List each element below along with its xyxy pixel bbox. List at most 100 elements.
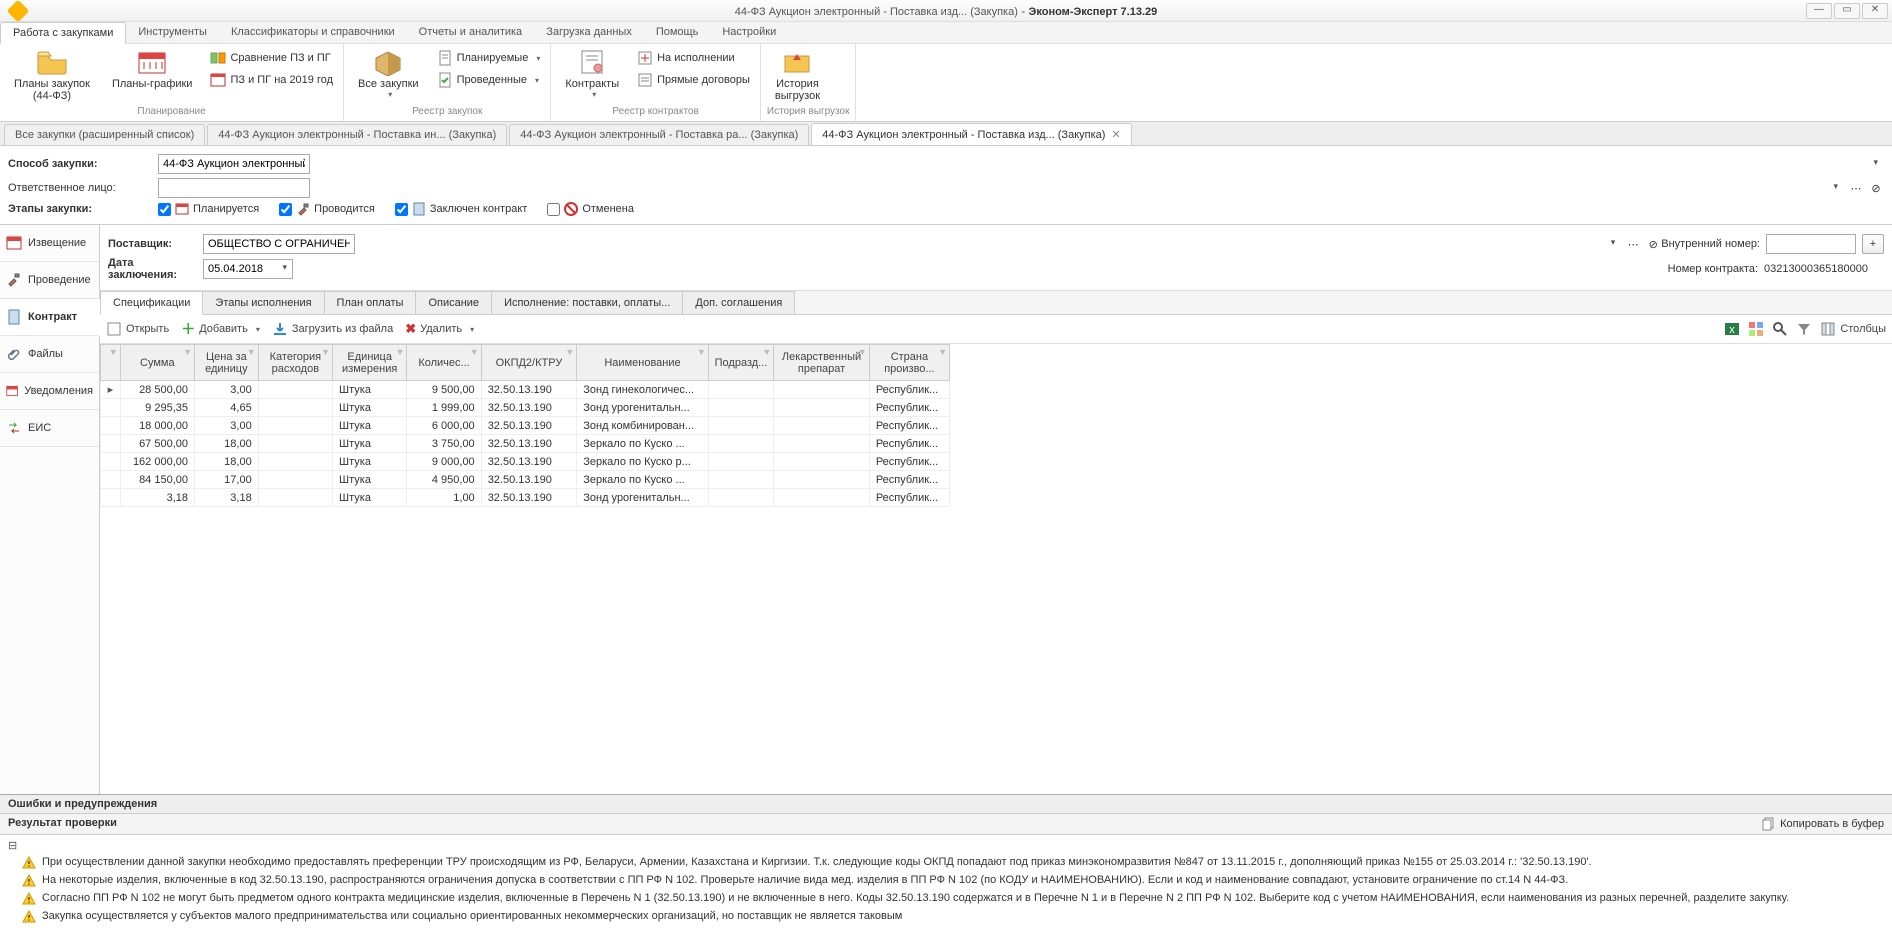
table-row[interactable]: ▸28 500,003,00Штука9 500,0032.50.13.190З… xyxy=(101,381,950,399)
stage-contract-checkbox[interactable]: Заключен контракт xyxy=(395,202,527,216)
col-header[interactable]: Подразд...▼ xyxy=(708,345,774,381)
minimize-button[interactable]: — xyxy=(1806,3,1832,19)
subtab-exec[interactable]: Исполнение: поставки, оплаты... xyxy=(491,291,683,314)
compare-pz-pg-button[interactable]: Сравнение ПЗ и ПГ xyxy=(206,48,337,68)
add-button[interactable]: ＋ Добавить xyxy=(181,319,260,339)
subtab-spec[interactable]: Спецификации xyxy=(100,291,203,315)
warning-icon xyxy=(22,874,36,888)
supplier-more-icon[interactable]: ⋯ xyxy=(1625,236,1641,252)
subtab-stages[interactable]: Этапы исполнения xyxy=(202,291,324,314)
planned-button[interactable]: Планируемые xyxy=(433,48,545,68)
stage-running-checkbox[interactable]: Проводится xyxy=(279,202,375,216)
col-header[interactable]: Лекарственный препарат▼ xyxy=(774,345,870,381)
contract-subtabs: Спецификации Этапы исполнения План оплат… xyxy=(100,291,1892,315)
contract-date-picker[interactable] xyxy=(203,259,293,279)
sidetab-contract[interactable]: Контракт xyxy=(0,299,100,336)
plans-44fz-button[interactable]: Планы закупок (44-ФЗ) xyxy=(6,46,98,104)
add-internal-number-button[interactable]: + xyxy=(1862,234,1884,254)
delete-button[interactable]: ✖ Удалить xyxy=(405,321,474,337)
clear-icon[interactable]: ⊘ xyxy=(1868,180,1884,196)
table-row[interactable]: 3,183,18Штука1,0032.50.13.190Зонд уроген… xyxy=(101,489,950,507)
ribbon-tab-help[interactable]: Помощь xyxy=(644,22,711,43)
stage-cancelled-checkbox[interactable]: Отменена xyxy=(547,202,634,216)
sidetab-eis[interactable]: ЕИС xyxy=(0,410,99,447)
subtab-addagree[interactable]: Доп. соглашения xyxy=(682,291,795,314)
method-select[interactable] xyxy=(158,154,310,174)
col-header[interactable]: Единица измерения▼ xyxy=(333,345,407,381)
sidetab-run[interactable]: Проведение xyxy=(0,262,99,299)
ribbon-tab-purchases[interactable]: Работа с закупками xyxy=(0,22,126,44)
ribbon-tab-reports[interactable]: Отчеты и аналитика xyxy=(407,22,535,43)
ribbon-tab-settings[interactable]: Настройки xyxy=(710,22,788,43)
doctab-3[interactable]: 44-ФЗ Аукцион электронный - Поставка изд… xyxy=(811,123,1131,145)
stage-planned-checkbox[interactable]: Планируется xyxy=(158,202,259,216)
supplier-select[interactable] xyxy=(203,234,355,254)
clip-icon xyxy=(6,346,22,362)
ribbon-tab-tools[interactable]: Инструменты xyxy=(126,22,219,43)
internal-number-input[interactable] xyxy=(1766,234,1856,254)
copy-to-clipboard-button[interactable]: Копировать в буфер xyxy=(1762,817,1884,831)
arrows-icon xyxy=(6,420,22,436)
doc-icon xyxy=(437,50,453,66)
contracts-button[interactable]: Контракты xyxy=(557,46,627,101)
warning-item[interactable]: Закупка осуществляется у субъектов малог… xyxy=(4,908,1888,926)
schedule-icon xyxy=(210,72,226,88)
check-icon xyxy=(437,72,453,88)
table-row[interactable]: 67 500,0018,00Штука3 750,0032.50.13.190З… xyxy=(101,435,950,453)
search-icon[interactable] xyxy=(1772,321,1788,337)
doctab-close-icon[interactable]: ✕ xyxy=(1111,128,1120,141)
grid-layout-icon[interactable] xyxy=(1748,321,1764,337)
plan-schedules-button[interactable]: Планы-графики xyxy=(104,46,201,92)
col-header[interactable]: Цена за единицу▼ xyxy=(195,345,259,381)
load-from-file-button[interactable]: Загрузить из файла xyxy=(272,321,393,337)
col-header[interactable]: Категория расходов▼ xyxy=(258,345,332,381)
group-planning-label: Планирование xyxy=(6,104,337,119)
doctab-1[interactable]: 44-ФЗ Аукцион электронный - Поставка ин.… xyxy=(207,124,507,145)
sidetab-notice[interactable]: Извещение xyxy=(0,225,99,262)
folder-icon xyxy=(36,48,68,76)
close-button[interactable]: ✕ xyxy=(1862,3,1888,19)
col-header[interactable]: Страна произво...▼ xyxy=(869,345,949,381)
col-header[interactable]: ▼ xyxy=(101,345,121,381)
errors-panel: Ошибки и предупреждения Результат провер… xyxy=(0,794,1892,928)
warning-item[interactable]: Согласно ПП РФ N 102 не могут быть предм… xyxy=(4,890,1888,908)
ribbon-tab-classifiers[interactable]: Классификаторы и справочники xyxy=(219,22,407,43)
doctab-2[interactable]: 44-ФЗ Аукцион электронный - Поставка ра.… xyxy=(509,124,809,145)
responsible-select[interactable] xyxy=(158,178,310,198)
table-row[interactable]: 84 150,0017,00Штука4 950,0032.50.13.190З… xyxy=(101,471,950,489)
columns-button[interactable]: Столбцы xyxy=(1820,321,1886,337)
excel-icon[interactable]: x xyxy=(1724,321,1740,337)
table-row[interactable]: 9 295,354,65Штука1 999,0032.50.13.190Зон… xyxy=(101,399,950,417)
errors-tree-toggle[interactable]: ⊟ xyxy=(4,837,1888,854)
titlebar: 44-ФЗ Аукцион электронный - Поставка изд… xyxy=(0,0,1892,22)
export-history-button[interactable]: История выгрузок xyxy=(767,46,828,104)
subtab-desc[interactable]: Описание xyxy=(415,291,492,314)
sidetab-notifications[interactable]: Уведомления xyxy=(0,373,99,410)
on-execution-button[interactable]: На исполнении xyxy=(633,48,754,68)
ribbon-tab-dataload[interactable]: Загрузка данных xyxy=(534,22,644,43)
warning-item[interactable]: При осуществлении данной закупки необход… xyxy=(4,854,1888,872)
all-purchases-button[interactable]: Все закупки xyxy=(350,46,427,101)
more-icon[interactable]: ⋯ xyxy=(1848,180,1864,196)
col-header[interactable]: Количес...▼ xyxy=(407,345,481,381)
spec-grid[interactable]: ▼Сумма▼Цена за единицу▼Категория расходо… xyxy=(100,344,1892,794)
contract-number-label: Номер контракта: xyxy=(1668,263,1758,275)
filter-icon[interactable] xyxy=(1796,321,1812,337)
table-row[interactable]: 18 000,003,00Штука6 000,0032.50.13.190Зо… xyxy=(101,417,950,435)
direct-contracts-button[interactable]: Прямые договоры xyxy=(633,70,754,90)
table-row[interactable]: 162 000,0018,00Штука9 000,0032.50.13.190… xyxy=(101,453,950,471)
col-header[interactable]: Сумма▼ xyxy=(120,345,194,381)
doctab-all[interactable]: Все закупки (расширенный список) xyxy=(4,124,205,145)
open-button[interactable]: Открыть xyxy=(106,321,169,337)
sidetab-files[interactable]: Файлы xyxy=(0,336,99,373)
subtab-payplan[interactable]: План оплаты xyxy=(324,291,417,314)
warning-item[interactable]: На некоторые изделия, включенные в код 3… xyxy=(4,872,1888,890)
pz-pg-2019-button[interactable]: ПЗ и ПГ на 2019 год xyxy=(206,70,337,90)
done-button[interactable]: Проведенные xyxy=(433,70,545,90)
contract-number-value: 03213000365180000 xyxy=(1764,263,1884,275)
col-header[interactable]: ОКПД2/КТРУ▼ xyxy=(481,345,577,381)
maximize-button[interactable]: ▭ xyxy=(1834,3,1860,19)
plus-icon: ＋ xyxy=(181,319,195,339)
supplier-clear-icon[interactable]: ⊘ xyxy=(1645,236,1661,252)
col-header[interactable]: Наименование▼ xyxy=(577,345,708,381)
